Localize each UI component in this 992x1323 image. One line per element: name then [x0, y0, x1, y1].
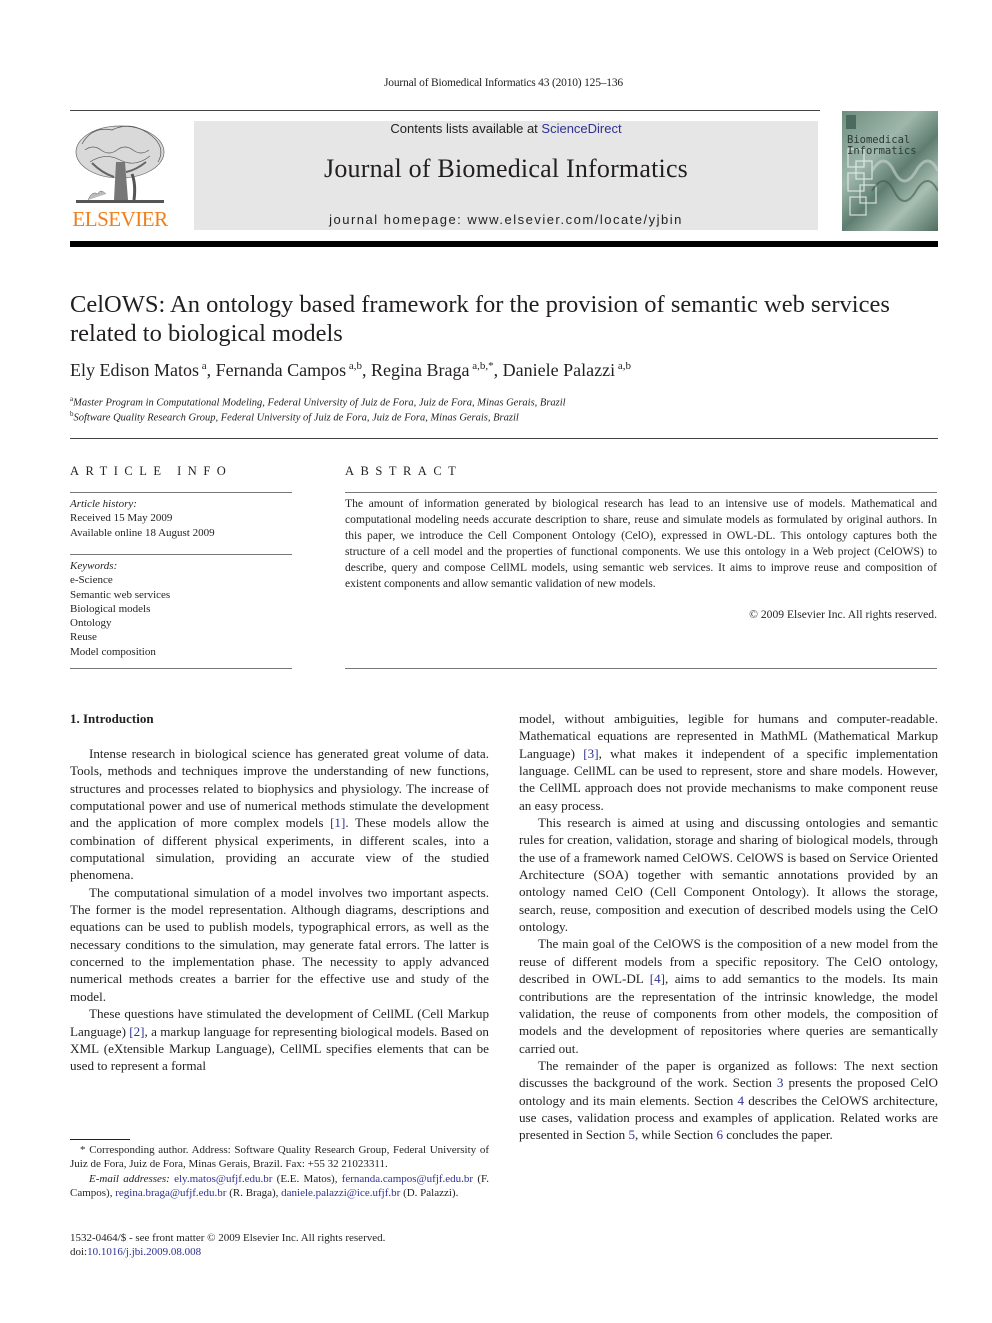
- keywords: Keywords: e-Science Semantic web service…: [70, 559, 170, 659]
- doi-link[interactable]: 10.1016/j.jbi.2009.08.008: [87, 1246, 201, 1258]
- body-paragraph: model, without ambiguities, legible for …: [519, 710, 938, 814]
- author[interactable]: Regina Braga a,b,*: [371, 360, 494, 380]
- article-info-divider-2: [70, 554, 292, 555]
- author-list: Ely Edison Matos a, Fernanda Campos a,b,…: [70, 360, 631, 380]
- keyword: Reuse: [70, 631, 97, 644]
- body-paragraph: The computational simulation of a model …: [70, 884, 489, 1005]
- keywords-label: Keywords:: [70, 560, 118, 572]
- abstract-copyright: © 2009 Elsevier Inc. All rights reserved…: [749, 608, 937, 621]
- sciencedirect-link[interactable]: ScienceDirect: [541, 121, 621, 136]
- email-link[interactable]: regina.braga@ufjf.edu.br: [115, 1187, 226, 1199]
- body-paragraph: These questions have stimulated the deve…: [70, 1005, 489, 1074]
- body-paragraph: The main goal of the CelOWS is the compo…: [519, 935, 938, 1056]
- received-date: Received 15 May 2009: [70, 512, 173, 525]
- body-column-right: model, without ambiguities, legible for …: [519, 710, 938, 1144]
- keyword: Semantic web services: [70, 588, 171, 601]
- article-info-divider-3: [70, 668, 292, 669]
- header-divider: [70, 110, 820, 111]
- article-info-heading: ARTICLE INFO: [70, 464, 233, 478]
- keyword: Biological models: [70, 602, 151, 615]
- affiliation-a: aMaster Program in Computational Modelin…: [70, 395, 566, 409]
- corresponding-author-note: * Corresponding author. Address: Softwar…: [70, 1144, 489, 1171]
- journal-title: Journal of Biomedical Informatics: [324, 154, 688, 183]
- front-matter: 1532-0464/$ - see front matter © 2009 El…: [70, 1231, 385, 1260]
- issn-copyright: 1532-0464/$ - see front matter © 2009 El…: [70, 1232, 386, 1244]
- running-head: Journal of Biomedical Informatics 43 (20…: [384, 77, 623, 89]
- history-label: Article history:: [70, 498, 137, 510]
- corresponding-author-footnote: * Corresponding author. Address: Softwar…: [70, 1143, 489, 1200]
- reference-link[interactable]: [2]: [129, 1024, 144, 1039]
- author[interactable]: Fernanda Campos a,b: [216, 360, 362, 380]
- author[interactable]: Daniele Palazzi a,b: [503, 360, 631, 380]
- keyword: Ontology: [70, 617, 112, 630]
- abstract-heading: ABSTRACT: [345, 464, 463, 478]
- email-addresses: E-mail addresses: ely.matos@ufjf.edu.br …: [70, 1172, 489, 1199]
- journal-cover-image[interactable]: Biomedical Informatics: [842, 111, 938, 231]
- section-heading-introduction: 1. Introduction: [70, 711, 154, 726]
- paragraph-text: , while Section: [635, 1127, 717, 1143]
- email-link[interactable]: ely.matos@ufjf.edu.br: [174, 1173, 272, 1185]
- footnote-divider: [70, 1139, 130, 1140]
- abstract-divider-bottom: [345, 668, 937, 669]
- contents-prefix: Contents lists available at: [390, 121, 542, 136]
- paper-title: CelOWS: An ontology based framework for …: [70, 291, 890, 347]
- body-paragraph: The remainder of the paper is organized …: [519, 1057, 938, 1144]
- journal-homepage[interactable]: journal homepage: www.elsevier.com/locat…: [194, 212, 818, 227]
- contents-line: Contents lists available at ScienceDirec…: [194, 121, 818, 136]
- available-date: Available online 18 August 2009: [70, 526, 215, 539]
- cover-pattern-icon: [846, 115, 938, 216]
- keyword: e-Science: [70, 574, 113, 587]
- affiliation-b: bSoftware Quality Research Group, Federa…: [70, 410, 519, 424]
- reference-link[interactable]: [3]: [583, 746, 598, 761]
- title-divider: [70, 438, 938, 439]
- abstract-text: The amount of information generated by b…: [345, 497, 937, 590]
- paragraph-text: This research is aimed at using and disc…: [519, 815, 938, 935]
- header-thick-divider: [70, 241, 938, 247]
- body-paragraph: Intense research in biological science h…: [70, 745, 489, 884]
- reference-link[interactable]: [1]: [330, 815, 345, 830]
- doi-line: doi:10.1016/j.jbi.2009.08.008: [70, 1246, 202, 1259]
- article-info-divider-1: [70, 492, 292, 493]
- body-paragraph: This research is aimed at using and disc…: [519, 814, 938, 935]
- abstract-divider-top: [345, 492, 937, 493]
- article-history: Article history: Received 15 May 2009 Av…: [70, 497, 215, 540]
- body-column-left: Intense research in biological science h…: [70, 745, 489, 1075]
- paragraph-text: concludes the paper.: [723, 1127, 833, 1143]
- elsevier-wordmark: ELSEVIER: [72, 207, 168, 231]
- keyword: Model composition: [70, 645, 156, 658]
- elsevier-logo[interactable]: ELSEVIER: [70, 122, 170, 232]
- cover-title-line2: Informatics: [847, 145, 917, 157]
- paragraph-text: The computational simulation of a model …: [70, 884, 489, 1004]
- reference-link[interactable]: [4]: [650, 971, 665, 986]
- email-link[interactable]: daniele.palazzi@ice.ufjf.br: [281, 1187, 400, 1199]
- journal-banner: Contents lists available at ScienceDirec…: [194, 121, 818, 230]
- email-link[interactable]: fernanda.campos@ufjf.edu.br: [342, 1173, 473, 1185]
- elsevier-tree-icon: [75, 125, 165, 203]
- author[interactable]: Ely Edison Matos a: [70, 360, 207, 380]
